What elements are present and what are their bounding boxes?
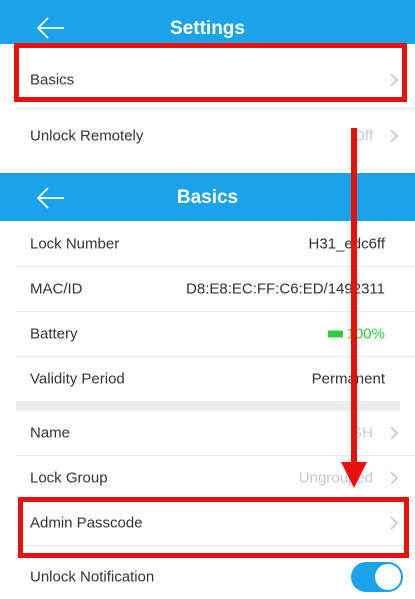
validity-period-value: Permanent	[311, 370, 385, 388]
unlock-notification-toggle[interactable]	[351, 562, 403, 592]
annotation-arrow-head	[341, 462, 367, 488]
name-label: Name	[30, 424, 71, 442]
toggle-knob	[375, 564, 401, 590]
validity-period-label: Validity Period	[30, 370, 125, 388]
admin-passcode-row[interactable]: Admin Passcode	[0, 501, 415, 545]
unlock-notification-label: Unlock Notification	[30, 568, 155, 586]
unlock-notification-row: Unlock Notification	[0, 555, 415, 599]
basics-label: Basics	[30, 71, 75, 89]
chevron-right-icon	[390, 471, 399, 485]
unlock-remotely-label: Unlock Remotely	[30, 127, 144, 145]
annotation-arrow-line	[351, 128, 357, 470]
battery-label: Battery	[30, 325, 78, 343]
chevron-right-icon	[390, 426, 399, 440]
page-title: Settings	[170, 18, 245, 39]
lock-group-label: Lock Group	[30, 469, 108, 487]
lock-number-value: H31_edc6ff	[308, 235, 385, 253]
mac-id-label: MAC/ID	[30, 280, 83, 298]
basics-row[interactable]: Basics	[0, 58, 415, 102]
chevron-right-icon	[390, 516, 399, 530]
lock-number-label: Lock Number	[30, 235, 120, 253]
chevron-right-icon	[390, 73, 399, 87]
chevron-right-icon	[390, 129, 399, 143]
divider	[16, 108, 415, 109]
admin-passcode-label: Admin Passcode	[30, 514, 143, 532]
settings-navbar: Settings	[0, 0, 415, 44]
section-separator	[16, 401, 400, 411]
battery-icon	[327, 330, 343, 338]
divider	[16, 545, 415, 546]
